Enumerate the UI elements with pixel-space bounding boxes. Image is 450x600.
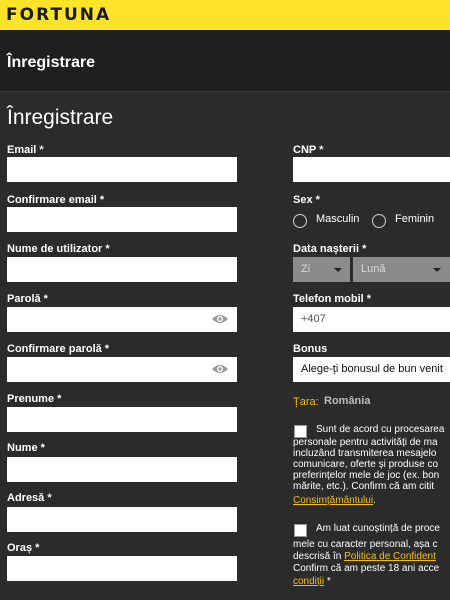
bonus-value: Alege-ți bonusul de bun venit [301, 363, 443, 375]
fortuna-logo[interactable]: FORTUNA [6, 5, 111, 25]
sex-male-radio[interactable] [293, 214, 307, 228]
username-field[interactable] [7, 257, 237, 282]
marketing-consent-line-5: preferințelor mele de joc (ex. bon [293, 470, 440, 481]
city-label: Oraș * [7, 542, 40, 554]
eye-icon[interactable] [211, 363, 229, 375]
country-label: Țara: [293, 396, 319, 408]
terms-consent-line-3: descrisă în Politica de Confident [293, 551, 436, 562]
address-field[interactable] [7, 507, 237, 532]
phone-label: Telefon mobil * [293, 293, 372, 305]
confirm-email-label: Confirmare email * [7, 194, 105, 206]
page-title: Înregistrare [7, 106, 114, 129]
header-title: Înregistrare [7, 54, 96, 71]
first-name-label: Prenume * [7, 393, 62, 405]
bonus-select[interactable]: Alege-ți bonusul de bun venit [293, 357, 450, 382]
sex-female-radio[interactable] [372, 214, 386, 228]
terms-consent-line-3-text: descrisă în [293, 551, 345, 562]
email-label: Email * [7, 144, 44, 156]
username-label: Nume de utilizator * [7, 243, 110, 255]
password-field[interactable] [7, 307, 237, 332]
last-name-field[interactable] [7, 457, 237, 482]
birth-day-placeholder: Zi [301, 263, 311, 275]
sex-male-label[interactable]: Masculin [316, 213, 359, 225]
brand-bar: FORTUNA [0, 0, 450, 30]
birth-month-placeholder: Lună [361, 263, 386, 275]
page-header: Înregistrare [0, 30, 450, 92]
sex-label: Sex * [293, 194, 320, 206]
marketing-consent-line-4: comunicare, oferte și produse co [293, 459, 439, 470]
terms-consent-line-5: condiții * [293, 576, 331, 587]
phone-prefix: +407 [301, 313, 326, 325]
phone-field[interactable]: +407 [293, 307, 450, 332]
marketing-consent-line-6: mărite, etc.). Confirm că am citit [293, 481, 435, 492]
first-name-field[interactable] [7, 407, 237, 432]
privacy-policy-link[interactable]: Politica de Confident [344, 551, 436, 562]
terms-consent-checkbox[interactable] [294, 524, 307, 537]
password-label: Parolă * [7, 293, 48, 305]
marketing-consent-line-7: Consimțământului. [293, 495, 376, 506]
bonus-label: Bonus [293, 343, 328, 355]
marketing-consent-line-1: Sunt de acord cu procesarea [316, 424, 445, 435]
chevron-down-icon [433, 268, 441, 272]
cnp-label: CNP * [293, 144, 324, 156]
address-label: Adresă * [7, 492, 52, 504]
consent-policy-link[interactable]: Consimțământului [293, 495, 373, 506]
eye-icon[interactable] [211, 313, 229, 325]
terms-consent-line-2: mele cu caracter personal, așa c [293, 539, 438, 550]
cnp-field[interactable] [293, 157, 450, 182]
sex-female-label[interactable]: Feminin [395, 213, 434, 225]
birthdate-label: Data nașterii * [293, 243, 367, 255]
terms-consent-line-4: Confirm că am peste 18 ani acce [293, 563, 440, 574]
last-name-label: Nume * [7, 442, 45, 454]
city-field[interactable] [7, 556, 237, 581]
chevron-down-icon [334, 268, 342, 272]
marketing-consent-line-3: incluzând transmiterea mesajelo [293, 448, 437, 459]
birth-month-select[interactable]: Lună [353, 257, 450, 282]
confirm-password-field[interactable] [7, 357, 237, 382]
confirm-password-label: Confirmare parolă * [7, 343, 110, 355]
terms-consent-line-1: Am luat cunoștință de proce [316, 523, 440, 534]
confirm-email-field[interactable] [7, 207, 237, 232]
marketing-consent-line-2: personale pentru activități de ma [293, 437, 438, 448]
country-value: România [324, 395, 371, 407]
terms-required-marker: * [324, 576, 331, 587]
birth-day-select[interactable]: Zi [293, 257, 350, 282]
terms-conditions-link[interactable]: condiții [293, 576, 324, 587]
consent-period: . [373, 495, 376, 506]
email-field[interactable] [7, 157, 237, 182]
